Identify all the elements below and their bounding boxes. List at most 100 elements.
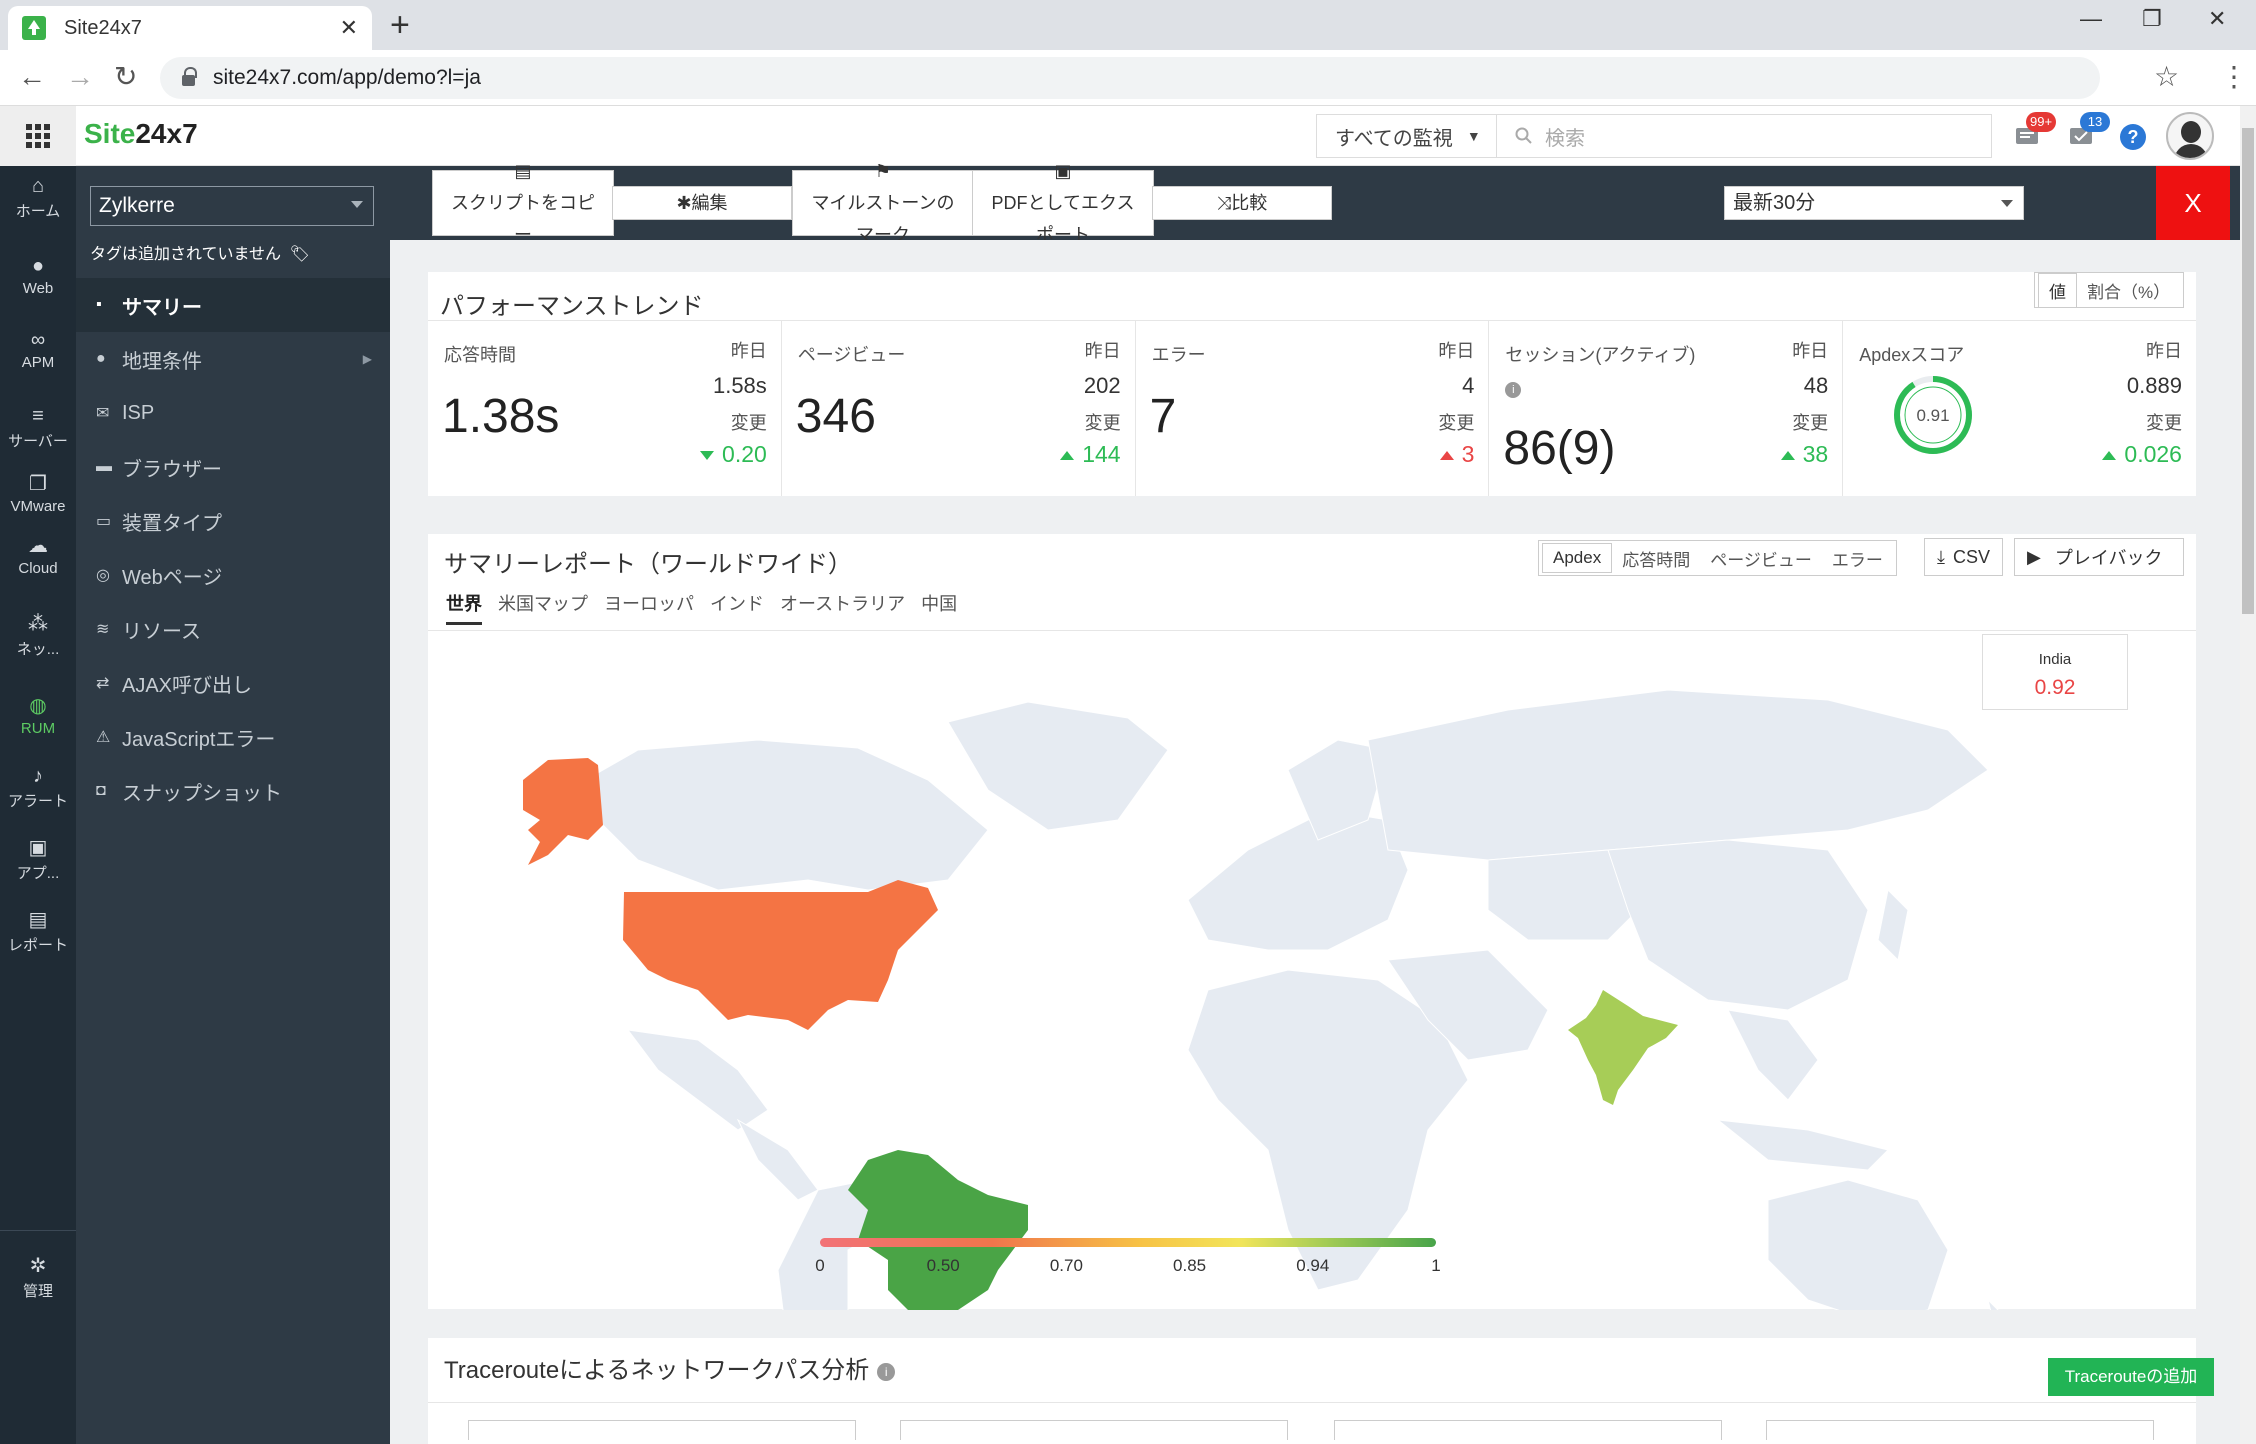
nav-item[interactable]: ▪ サマリー	[76, 278, 390, 332]
help-icon[interactable]: ?	[2120, 124, 2146, 150]
map-metric-tab[interactable]: ページビュー	[1700, 542, 1822, 575]
europe[interactable]	[1187, 809, 1409, 951]
report-icon: ▤	[28, 909, 48, 931]
metric-card[interactable]: セッション(アクティブ) i 86(9) 昨日 48 変更 38	[1489, 321, 1844, 496]
rail-item-vmware[interactable]: ❐ VMware	[0, 474, 76, 515]
world-map[interactable]	[428, 630, 2196, 1310]
map-metric-tab[interactable]: Apdex	[1542, 543, 1613, 573]
apdex-gauge: 0.91	[1894, 376, 1973, 454]
restore-window-icon[interactable]: ❐	[2142, 6, 2162, 32]
rail-item-bell[interactable]: ♪ アラート	[0, 766, 76, 811]
australia[interactable]	[1767, 1179, 1949, 1310]
region-tab[interactable]: 米国マップ	[498, 590, 588, 625]
url-field[interactable]: site24x7.com/app/demo?l=ja	[160, 57, 2100, 99]
nav-item[interactable]: ● 地理条件 ▶	[76, 332, 390, 386]
nav-item[interactable]: ▬ ブラウザー	[76, 440, 390, 494]
region-tab[interactable]: 中国	[921, 590, 957, 625]
metric-card[interactable]: ページビュー 346 昨日 202 変更 144	[782, 321, 1136, 496]
nav-item[interactable]: ◘ スナップショット	[76, 764, 390, 818]
compare-button[interactable]: ⤨ 比較	[1152, 186, 1332, 220]
toggle-percent-button[interactable]: 割合（%）	[2077, 274, 2180, 307]
usa-region[interactable]	[623, 880, 938, 1030]
region-tab[interactable]: インド	[710, 590, 764, 625]
add-traceroute-button[interactable]: Tracerouteの追加	[2048, 1358, 2214, 1396]
brazil-region[interactable]	[848, 1150, 1028, 1310]
nav-item-icon: ▭	[96, 513, 112, 530]
copy-script-button[interactable]: ▤ スクリプトをコピー	[432, 161, 614, 245]
forward-arrow-icon[interactable]: →	[66, 62, 94, 92]
nav-item-icon: ⇄	[96, 675, 110, 692]
yesterday-label: 昨日	[1084, 341, 1121, 361]
southeast-asia[interactable]	[1727, 1009, 1819, 1101]
logo-text-24x7: 24x7	[135, 118, 198, 149]
search-input[interactable]: 検索	[1496, 114, 1992, 158]
info-icon[interactable]: i	[1505, 382, 1522, 398]
rail-item-gear[interactable]: ✲ 管理	[0, 1256, 76, 1301]
nav-item[interactable]: ✉ ISP	[76, 386, 390, 440]
nav-item[interactable]: ≋ リソース	[76, 602, 390, 656]
india-region[interactable]	[1568, 990, 1678, 1105]
rail-item-server[interactable]: ≡ サーバー	[0, 406, 76, 451]
map-metric-tab[interactable]: エラー	[1822, 542, 1893, 575]
close-button[interactable]: X	[2156, 166, 2230, 240]
user-avatar[interactable]	[2166, 112, 2214, 160]
indonesia[interactable]	[1716, 1119, 1889, 1171]
rail-item-cloud[interactable]: ☁ Cloud	[0, 536, 76, 577]
browser-menu-icon[interactable]: ⋮	[2220, 60, 2248, 93]
region-tab[interactable]: オーストラリア	[780, 590, 905, 625]
close-window-icon[interactable]: ✕	[2208, 6, 2226, 32]
monitor-select[interactable]: Zylkerre	[90, 186, 374, 226]
region-tab[interactable]: ヨーロッパ	[604, 590, 694, 625]
rail-item-rum-globe[interactable]: ◍ RUM	[0, 696, 76, 737]
nav-item[interactable]: ▭ 装置タイプ	[76, 494, 390, 548]
greenland[interactable]	[947, 701, 1169, 831]
metric-card[interactable]: Apdexスコア 0.91 昨日 0.889 変更 0.026	[1843, 321, 2196, 496]
back-arrow-icon[interactable]: ←	[18, 62, 46, 92]
russia[interactable]	[1367, 689, 1989, 861]
rail-item-app[interactable]: ▣ アプ...	[0, 838, 76, 883]
new-zealand[interactable]	[1987, 1298, 2008, 1310]
nav-item[interactable]: ⇄ AJAX呼び出し	[76, 656, 390, 710]
rail-item-globe[interactable]: ● Web	[0, 256, 76, 297]
rail-item-binoculars[interactable]: ∞ APM	[0, 330, 76, 371]
site24x7-logo[interactable]: Site24x7	[84, 118, 198, 150]
japan[interactable]	[1877, 888, 1909, 962]
alerts-icon[interactable]: 99+	[2012, 112, 2057, 152]
milestone-button[interactable]: ⚑ マイルストーンのマーク	[792, 161, 974, 245]
new-tab-button[interactable]: +	[390, 8, 410, 42]
no-tags-label[interactable]: タグは追加されていません 🏷	[90, 240, 310, 264]
rail-item-network[interactable]: ⁂ ネッ...	[0, 614, 76, 659]
info-icon[interactable]: i	[877, 1362, 896, 1381]
bookmark-star-icon[interactable]: ☆	[2154, 60, 2179, 93]
scrollbar-thumb[interactable]	[2242, 128, 2254, 614]
nav-item[interactable]: ⚠ JavaScriptエラー	[76, 710, 390, 764]
tasks-icon[interactable]: 13	[2066, 112, 2110, 152]
minimize-window-icon[interactable]: —	[2080, 6, 2102, 32]
toggle-value-button[interactable]: 値	[2038, 272, 2077, 308]
yesterday-label: 昨日	[2145, 341, 2182, 361]
rail-item-label: アプ...	[16, 865, 60, 882]
metric-card[interactable]: エラー 7 昨日 4 変更 3	[1136, 321, 1490, 496]
edit-button[interactable]: ✱ 編集	[612, 186, 792, 220]
rail-item-report[interactable]: ▤ レポート	[0, 910, 76, 955]
map-metric-tab[interactable]: 応答時間	[1612, 542, 1700, 575]
browser-tab[interactable]: Site24x7 ✕	[8, 6, 372, 50]
playback-button[interactable]: ▶ プレイバック	[2014, 538, 2184, 576]
central-america[interactable]	[736, 1118, 819, 1201]
browser-tab-strip: Site24x7 ✕ + — ❐ ✕	[0, 0, 2256, 50]
close-tab-icon[interactable]: ✕	[340, 15, 358, 41]
rail-item-home[interactable]: ⌂ ホーム	[0, 176, 76, 221]
time-range-select[interactable]: 最新30分	[1724, 186, 2024, 220]
alaska-region[interactable]	[523, 758, 603, 865]
reload-icon[interactable]: ↻	[114, 62, 137, 92]
csv-button[interactable]: ⤓ CSV	[1924, 538, 2003, 576]
mexico[interactable]	[626, 1029, 769, 1131]
canada[interactable]	[567, 739, 989, 891]
monitor-filter-select[interactable]: すべての監視 ▼	[1316, 114, 1496, 158]
nav-item[interactable]: ◎ Webページ	[76, 548, 390, 602]
app-grid-icon[interactable]	[0, 106, 76, 166]
export-pdf-button[interactable]: ▣ PDFとしてエクスポート	[972, 161, 1154, 245]
china[interactable]	[1607, 839, 1869, 1011]
metric-card[interactable]: 応答時間 1.38s 昨日 1.58s 変更 0.20	[428, 321, 782, 496]
region-tab[interactable]: 世界	[446, 590, 482, 625]
